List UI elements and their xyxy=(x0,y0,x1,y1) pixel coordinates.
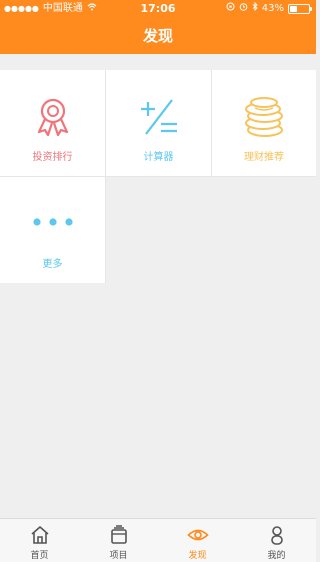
tab-discover[interactable]: 发现 xyxy=(158,519,237,562)
page-title: 发现 xyxy=(142,27,173,45)
grid-divider xyxy=(0,176,316,177)
tab-projects[interactable]: 项目 xyxy=(79,519,158,562)
home-icon xyxy=(0,525,79,545)
grid-divider xyxy=(211,70,212,176)
award-ribbon-icon xyxy=(0,96,105,140)
tab-mine[interactable]: 我的 xyxy=(237,519,316,562)
grid-item-label: 计算器 xyxy=(143,152,174,163)
rotation-lock-icon xyxy=(226,0,235,18)
bottom-tab-bar: 首页 项目 发现 我的 xyxy=(0,518,316,562)
bluetooth-icon xyxy=(252,0,258,18)
grid-item-label: 更多 xyxy=(42,259,63,270)
alarm-icon xyxy=(239,0,248,18)
grid-item-label: 理财推荐 xyxy=(244,152,284,163)
tab-label: 首页 xyxy=(30,551,49,561)
more-dots-icon xyxy=(0,207,105,251)
tab-label: 项目 xyxy=(109,551,128,561)
calculator-icon xyxy=(106,96,211,140)
coins-stack-icon xyxy=(212,96,316,140)
grid-item-label: 投资排行 xyxy=(32,152,73,163)
battery-percent: 43% xyxy=(261,3,284,14)
grid-item-finance-recommend[interactable]: 理财推荐 xyxy=(212,70,316,176)
battery-icon xyxy=(288,4,312,14)
status-bar: ●●●●● 中国联通 17:06 43% xyxy=(0,0,316,18)
grid-item-more[interactable]: 更多 xyxy=(0,177,105,283)
tab-label: 我的 xyxy=(267,551,286,561)
stacked-cards-icon xyxy=(79,525,158,545)
grid-item-investment-ranking[interactable]: 投资排行 xyxy=(0,70,105,176)
eye-icon xyxy=(158,525,237,545)
person-icon xyxy=(237,525,316,545)
grid-divider xyxy=(105,177,106,283)
status-right: 43% xyxy=(226,0,312,18)
grid-item-calculator[interactable]: 计算器 xyxy=(106,70,211,176)
tab-label: 发现 xyxy=(188,551,207,561)
tab-home[interactable]: 首页 xyxy=(0,519,79,562)
top-bar: ●●●●● 中国联通 17:06 43% 发现 xyxy=(0,0,316,54)
grid-divider xyxy=(105,70,106,176)
